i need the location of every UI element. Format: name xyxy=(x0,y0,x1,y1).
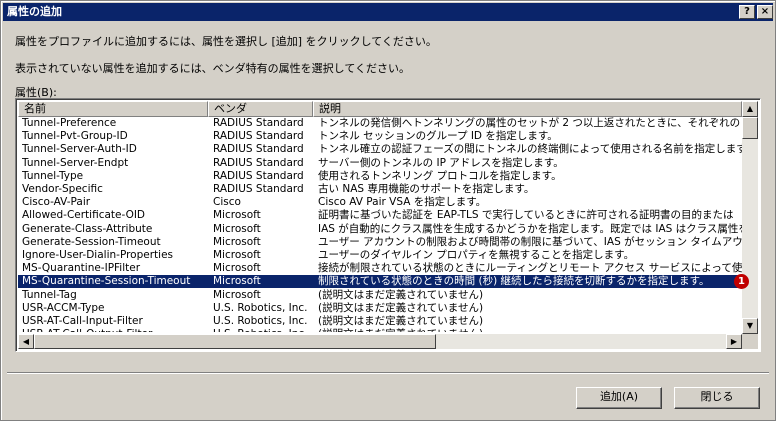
cell-description: (説明文はまだ定義されていません) xyxy=(318,315,484,327)
cell-name: Cisco-AV-Pair xyxy=(22,196,91,209)
cell-name: Tunnel-Type xyxy=(22,169,84,182)
scroll-down-arrow-icon[interactable]: ▼ xyxy=(742,318,758,334)
table-row[interactable]: Tunnel-Preference RADIUS Standard トンネルの発信側… xyxy=(18,117,742,130)
cell-name: Generate-Class-Attribute xyxy=(22,222,153,235)
close-icon: × xyxy=(760,6,770,17)
cell-name: MS-Quarantine-Session-Timeout xyxy=(22,275,191,288)
table-row[interactable]: Tunnel-Pvt-Group-ID RADIUS Standard トンネル セ… xyxy=(18,130,742,143)
cell-name: Tunnel-Preference xyxy=(22,117,117,129)
table-row[interactable]: MS-Quarantine-IPFilter Microsoft 接続が制限されてい… xyxy=(18,262,742,275)
scroll-up-arrow-icon[interactable]: ▲ xyxy=(742,101,758,117)
table-row[interactable]: Tunnel-Type RADIUS Standard 使用されるトンネリング プロ… xyxy=(18,170,742,183)
cell-name: USR-ACCM-Type xyxy=(22,301,105,314)
table-row[interactable]: Allowed-Certificate-OID Microsoft 証明書に基づいた… xyxy=(18,209,742,222)
cell-description: 制限されている状態のときの時間 (秒) 継続したら接続を切断するかを指定します。 xyxy=(318,275,710,288)
help-button[interactable]: ? xyxy=(739,5,755,19)
column-header-vendor[interactable]: ベンダ xyxy=(208,101,313,117)
scroll-right-arrow-icon[interactable]: ▶ xyxy=(726,334,742,349)
cell-vendor: Microsoft xyxy=(213,249,261,261)
cell-description: Cisco AV Pair VSA を指定します。 xyxy=(318,196,487,209)
cell-vendor: RADIUS Standard xyxy=(213,143,304,156)
cell-vendor: U.S. Robotics, Inc. xyxy=(213,315,308,327)
cell-name: Ignore-User-Dialin-Properties xyxy=(22,249,174,261)
cell-vendor: Microsoft xyxy=(213,222,261,235)
cell-name: Tunnel-Pvt-Group-ID xyxy=(22,130,128,143)
cell-description: (説明文はまだ定義されていません) xyxy=(318,328,742,332)
cell-vendor: RADIUS Standard xyxy=(213,169,304,182)
table-row[interactable]: Tunnel-Server-Auth-ID RADIUS Standard トンネル… xyxy=(18,143,742,156)
table-row[interactable]: USR-AT-Call-Output-Filter U.S. Robotics, … xyxy=(18,328,742,332)
horizontal-scroll-thumb[interactable] xyxy=(34,334,436,349)
cell-vendor: RADIUS Standard xyxy=(213,156,304,169)
window-title: 属性の追加 xyxy=(7,5,62,18)
cell-vendor: U.S. Robotics, Inc. xyxy=(213,301,308,314)
scroll-left-arrow-icon[interactable]: ◀ xyxy=(18,334,34,349)
cell-name: USR-AT-Call-Output-Filter xyxy=(22,328,208,332)
horizontal-scrollbar[interactable]: ◀ ▶ xyxy=(18,334,742,349)
table-row[interactable]: Generate-Class-Attribute Microsoft IAS が自動… xyxy=(18,223,742,236)
table-row[interactable]: USR-AT-Call-Input-Filter U.S. Robotics, I… xyxy=(18,315,742,328)
cell-vendor: Microsoft xyxy=(213,235,261,248)
table-row[interactable]: Cisco-AV-Pair Cisco Cisco AV Pair VSA を指定し… xyxy=(18,196,742,209)
cell-name: Tunnel-Server-Auth-ID xyxy=(22,143,137,156)
cell-vendor: RADIUS Standard xyxy=(213,117,304,129)
cell-description: トンネル確立の認証フェーズの間にトンネルの終端側によって使用される名前を指定しま… xyxy=(318,143,742,156)
table-row[interactable]: Generate-Session-Timeout Microsoft ユーザー アカ… xyxy=(18,236,742,249)
cell-description: 使用されるトンネリング プロトコルを指定します。 xyxy=(318,169,562,182)
instruction-text-2: 表示されていない属性を追加するには、ベンダ特有の属性を選択してください。 xyxy=(15,62,411,75)
vertical-scrollbar[interactable]: ▲ ▼ xyxy=(742,101,758,334)
cell-name: USR-AT-Call-Input-Filter xyxy=(22,315,143,327)
cell-description: サーバー側のトンネルの IP アドレスを指定します。 xyxy=(318,156,564,169)
separator-line xyxy=(7,372,769,374)
table-row[interactable]: Tunnel-Tag Microsoft (説明文はまだ定義されていません) xyxy=(18,289,742,302)
annotation-badge: 1 xyxy=(734,274,749,289)
cell-description: トンネル セッションのグループ ID を指定します。 xyxy=(318,130,558,143)
cell-vendor: Microsoft xyxy=(213,288,261,301)
cell-name: Tunnel-Tag xyxy=(22,288,77,301)
cell-description: (説明文はまだ定義されていません) xyxy=(318,288,484,301)
cell-vendor: Cisco xyxy=(213,196,241,209)
cell-description: 証明書に基づいた認証を EAP-TLS で実行しているときに許可される証明書の目… xyxy=(318,209,734,222)
add-button[interactable]: 追加(A) xyxy=(576,387,662,409)
cell-vendor: Microsoft xyxy=(213,275,261,288)
close-button[interactable]: 閉じる xyxy=(674,387,760,409)
table-row[interactable]: Tunnel-Server-Endpt RADIUS Standard サーバー側の… xyxy=(18,157,742,170)
cell-name: Generate-Session-Timeout xyxy=(22,235,161,248)
attributes-list[interactable]: 名前 ベンダ 説明 Tunnel-Preference RADIUS Standa… xyxy=(15,98,761,352)
cell-vendor: U.S. Robotics, Inc. xyxy=(213,328,313,332)
cell-name: Vendor-Specific xyxy=(22,183,103,195)
column-header-description[interactable]: 説明 xyxy=(313,101,742,117)
cell-description: IAS が自動的にクラス属性を生成するかどうかを指定します。既定では IAS は… xyxy=(318,222,742,235)
column-header-name[interactable]: 名前 xyxy=(18,101,208,117)
cell-vendor: RADIUS Standard xyxy=(213,130,304,143)
cell-name: Allowed-Certificate-OID xyxy=(22,209,146,222)
list-header: 名前 ベンダ 説明 xyxy=(18,101,742,117)
cell-vendor: Microsoft xyxy=(213,209,261,222)
cell-description: 接続が制限されている状態のときにルーティングとリモート アクセス サービスによっ… xyxy=(318,262,742,275)
cell-description: 古い NAS 専用機能のサポートを指定します。 xyxy=(318,183,535,195)
table-row[interactable]: USR-ACCM-Type U.S. Robotics, Inc. (説明文はまだ定… xyxy=(18,302,742,315)
cell-description: ユーザーのダイヤルイン プロパティを無視することを指定します。 xyxy=(318,249,635,261)
cell-description: (説明文はまだ定義されていません) xyxy=(318,301,484,314)
vertical-scroll-thumb[interactable] xyxy=(742,117,758,139)
cell-vendor: Microsoft xyxy=(213,262,261,275)
cell-name: Tunnel-Server-Endpt xyxy=(22,156,129,169)
table-row[interactable]: Vendor-Specific RADIUS Standard 古い NAS 専用機… xyxy=(18,183,742,196)
instruction-text-1: 属性をプロファイルに追加するには、属性を選択し [追加] をクリックしてください… xyxy=(15,35,437,48)
cell-vendor: RADIUS Standard xyxy=(213,183,304,195)
cell-name: MS-Quarantine-IPFilter xyxy=(22,262,141,275)
help-icon: ? xyxy=(744,6,750,17)
table-row[interactable]: MS-Quarantine-Session-Timeout Microsoft 制限… xyxy=(18,275,742,289)
cell-description: ユーザー アカウントの制限および時間帯の制限に基づいて、IAS がセッション タ… xyxy=(318,235,742,248)
table-row[interactable]: Ignore-User-Dialin-Properties Microsoft ユー… xyxy=(18,249,742,262)
close-window-button[interactable]: × xyxy=(757,5,773,19)
title-bar[interactable]: 属性の追加 ? × xyxy=(3,3,773,21)
cell-description: トンネルの発信側へトンネリングの属性のセットが 2 つ以上返されたときに、それぞ… xyxy=(318,117,742,129)
scrollbar-corner xyxy=(742,334,758,349)
list-rows: Tunnel-Preference RADIUS Standard トンネルの発信側… xyxy=(18,117,742,332)
add-attribute-dialog: 属性の追加 ? × 属性をプロファイルに追加するには、属性を選択し [追加] を… xyxy=(0,0,776,421)
